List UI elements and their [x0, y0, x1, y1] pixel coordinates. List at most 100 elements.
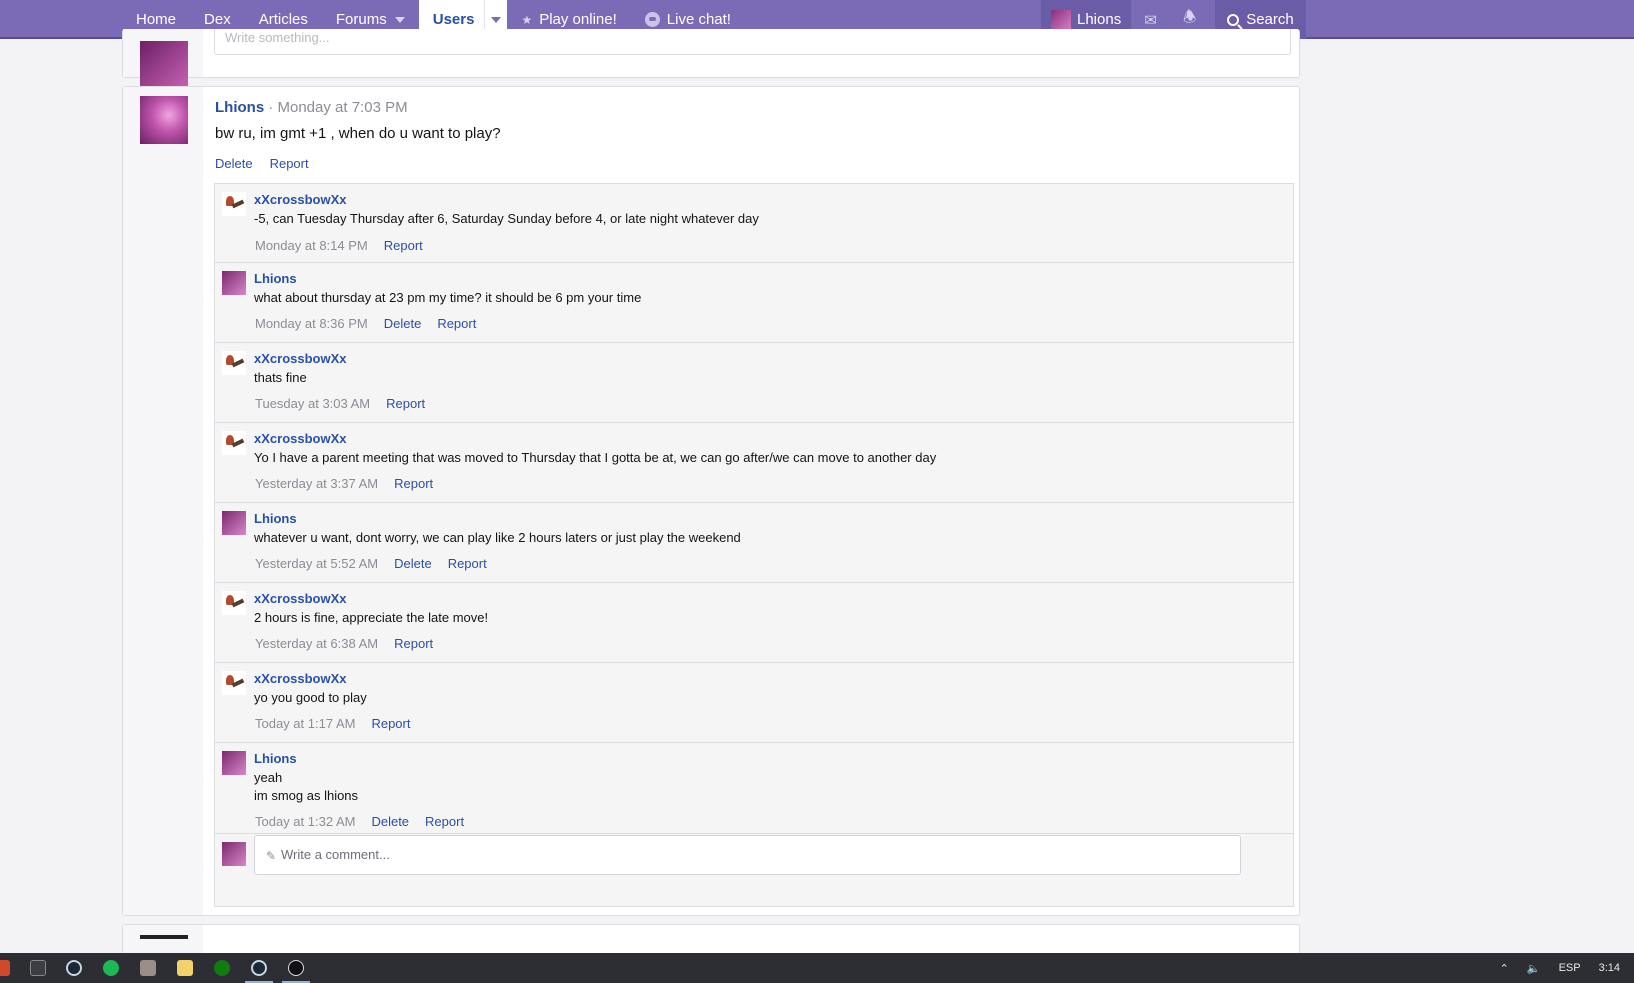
- comment-timestamp[interactable]: Today at 1:17 AM: [255, 716, 355, 731]
- search-label: Search: [1246, 11, 1294, 28]
- comment-timestamp[interactable]: Monday at 8:36 PM: [255, 316, 368, 331]
- chevron-up-icon[interactable]: ⌃: [1500, 962, 1509, 975]
- write-comment-placeholder: Write a comment...: [281, 847, 390, 862]
- avatar[interactable]: [140, 41, 188, 89]
- report-link[interactable]: Report: [384, 238, 423, 253]
- app-icon[interactable]: [288, 960, 304, 976]
- report-link[interactable]: Report: [386, 396, 425, 411]
- comment-meta: Yesterday at 6:38 AM Report: [255, 636, 433, 651]
- comment-author-link[interactable]: xXcrossbowXx: [254, 351, 347, 366]
- account-username: Lhions: [1077, 11, 1122, 28]
- report-link[interactable]: Report: [437, 316, 476, 331]
- comment-meta: Today at 1:17 AM Report: [255, 716, 410, 731]
- comment-timestamp[interactable]: Yesterday at 3:37 AM: [255, 476, 378, 491]
- comment-line: yo you good to play: [254, 690, 367, 705]
- comment-line: im smog as lhions: [254, 788, 359, 803]
- previous-comment-input[interactable]: Write something...: [214, 29, 1291, 55]
- comment-author-link[interactable]: xXcrossbowXx: [254, 431, 347, 446]
- comment-meta: Today at 1:32 AM Delete Report: [255, 814, 464, 829]
- comment-author-link[interactable]: Lhions: [254, 511, 297, 526]
- comment-text: thats fine: [254, 369, 307, 387]
- nav-articles-label: Articles: [258, 11, 308, 28]
- comment-item: Lhions what about thursday at 23 pm my t…: [215, 263, 1293, 343]
- comment-item: xXcrossbowXx 2 hours is fine, appreciate…: [215, 583, 1293, 663]
- nav-play-online-label: Play online!: [539, 11, 617, 28]
- comment-timestamp[interactable]: Monday at 8:14 PM: [255, 238, 368, 253]
- system-tray: ⌃ 🔈 ESP 3:14: [1500, 953, 1620, 983]
- post-timestamp[interactable]: · Monday at 7:03 PM: [268, 99, 407, 116]
- comment-item: xXcrossbowXx -5, can Tuesday Thursday af…: [215, 184, 1293, 263]
- avatar[interactable]: [222, 671, 246, 695]
- search-icon: [1227, 13, 1240, 26]
- windows-taskbar: ⌃ 🔈 ESP 3:14: [0, 953, 1634, 983]
- avatar[interactable]: [222, 431, 246, 455]
- comment-text: Yo I have a parent meeting that was move…: [254, 449, 936, 467]
- delete-link[interactable]: Delete: [215, 156, 253, 171]
- comment-meta: Tuesday at 3:03 AM Report: [255, 396, 425, 411]
- avatar[interactable]: [222, 271, 246, 295]
- comment-meta: Monday at 8:14 PM Report: [255, 238, 423, 253]
- play-icon: ★: [521, 12, 533, 27]
- steam-icon[interactable]: [251, 960, 267, 976]
- delete-link[interactable]: Delete: [394, 556, 432, 571]
- comment-line: thats fine: [254, 370, 307, 385]
- nav-dex-label: Dex: [204, 11, 231, 28]
- comment-timestamp[interactable]: Today at 1:32 AM: [255, 814, 355, 829]
- comment-author-link[interactable]: Lhions: [254, 271, 297, 286]
- avatar: [1051, 9, 1071, 30]
- comment-timestamp[interactable]: Yesterday at 5:52 AM: [255, 556, 378, 571]
- report-link[interactable]: Report: [448, 556, 487, 571]
- comment-line: yeah: [254, 770, 283, 785]
- comment-text: yo you good to play: [254, 689, 367, 707]
- comment-line: 2 hours is fine, appreciate the late mov…: [254, 610, 489, 625]
- write-comment-input[interactable]: ✎ Write a comment...: [254, 835, 1241, 875]
- comment-line: -5, can Tuesday Thursday after 6, Saturd…: [254, 211, 759, 226]
- comment-meta: Yesterday at 5:52 AM Delete Report: [255, 556, 487, 571]
- steam-icon[interactable]: [66, 960, 82, 976]
- comment-text: 2 hours is fine, appreciate the late mov…: [254, 609, 488, 627]
- post-author-link[interactable]: Lhions: [215, 99, 264, 116]
- avatar[interactable]: [222, 192, 246, 216]
- report-link[interactable]: Report: [425, 814, 464, 829]
- comment-author-link[interactable]: xXcrossbowXx: [254, 591, 347, 606]
- comment-item: xXcrossbowXx thats fine Tuesday at 3:03 …: [215, 343, 1293, 423]
- comment-author-link[interactable]: xXcrossbowXx: [254, 671, 347, 686]
- comment-author-link[interactable]: Lhions: [254, 751, 297, 766]
- chevron-down-icon[interactable]: [394, 16, 405, 23]
- comment-timestamp[interactable]: Tuesday at 3:03 AM: [255, 396, 370, 411]
- language-indicator[interactable]: ESP: [1559, 962, 1581, 974]
- report-link[interactable]: Report: [394, 636, 433, 651]
- delete-link[interactable]: Delete: [371, 814, 409, 829]
- previous-profile-post: Write something...: [122, 29, 1300, 89]
- comment-author-link[interactable]: xXcrossbowXx: [254, 192, 347, 207]
- post-actions: Delete Report: [215, 156, 309, 171]
- write-comment-row: ✎ Write a comment...: [215, 834, 1293, 906]
- comment-item: xXcrossbowXx Yo I have a parent meeting …: [215, 423, 1293, 503]
- delete-link[interactable]: Delete: [384, 316, 422, 331]
- avatar[interactable]: [222, 591, 246, 615]
- post-text: bw ru, im gmt +1 , when do u want to pla…: [215, 125, 501, 142]
- speaker-icon[interactable]: 🔈: [1527, 962, 1541, 975]
- comment-line: Yo I have a parent meeting that was move…: [254, 450, 937, 465]
- notes-icon[interactable]: [177, 960, 193, 976]
- app-icon[interactable]: [30, 960, 46, 976]
- comment-meta: Monday at 8:36 PM Delete Report: [255, 316, 476, 331]
- app-icon[interactable]: [140, 960, 156, 976]
- envelope-icon: ✉: [1144, 11, 1157, 29]
- report-link[interactable]: Report: [394, 476, 433, 491]
- avatar[interactable]: [222, 751, 246, 775]
- spotify-icon[interactable]: [103, 960, 119, 976]
- post-avatar-column: [123, 87, 203, 915]
- avatar: [222, 842, 246, 866]
- report-link[interactable]: Report: [371, 716, 410, 731]
- avatar[interactable]: [222, 511, 246, 535]
- avatar[interactable]: [222, 351, 246, 375]
- avatar[interactable]: [140, 96, 188, 144]
- clock[interactable]: 3:14: [1599, 962, 1620, 974]
- xbox-icon[interactable]: [214, 960, 230, 976]
- comment-timestamp[interactable]: Yesterday at 6:38 AM: [255, 636, 378, 651]
- report-link[interactable]: Report: [270, 156, 309, 171]
- avatar[interactable]: [140, 935, 188, 939]
- browser-icon[interactable]: [0, 960, 10, 976]
- chevron-down-icon: [491, 16, 502, 23]
